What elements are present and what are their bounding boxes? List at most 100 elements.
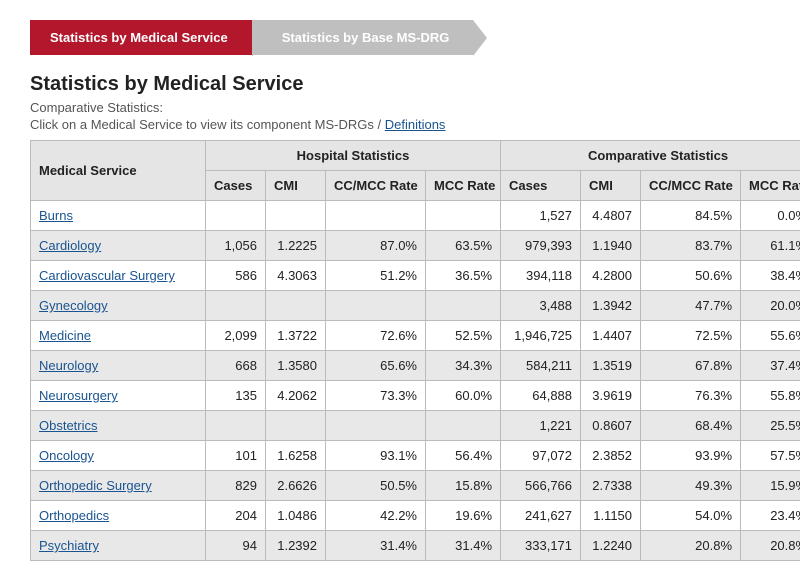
h-cases: 1,056 xyxy=(206,231,266,261)
c-cmi: 2.3852 xyxy=(581,441,641,471)
service-link[interactable]: Neurosurgery xyxy=(39,388,118,403)
c-mcc: 25.5% xyxy=(741,411,800,441)
col-h-cases: Cases xyxy=(206,171,266,201)
col-c-ccmcc: CC/MCC Rate xyxy=(641,171,741,201)
service-link[interactable]: Cardiology xyxy=(39,238,101,253)
service-link[interactable]: Obstetrics xyxy=(39,418,98,433)
h-cases xyxy=(206,291,266,321)
c-mcc: 57.5% xyxy=(741,441,800,471)
c-cases: 1,527 xyxy=(501,201,581,231)
c-mcc: 38.4% xyxy=(741,261,800,291)
c-ccmcc: 47.7% xyxy=(641,291,741,321)
page-title: Statistics by Medical Service xyxy=(30,73,770,96)
c-ccmcc: 72.5% xyxy=(641,321,741,351)
c-cases: 333,171 xyxy=(501,531,581,561)
tab-base-msdrg[interactable]: Statistics by Base MS-DRG xyxy=(252,20,474,55)
c-ccmcc: 76.3% xyxy=(641,381,741,411)
service-link[interactable]: Gynecology xyxy=(39,298,108,313)
c-mcc: 37.4% xyxy=(741,351,800,381)
h-ccmcc xyxy=(326,411,426,441)
tab-bar: Statistics by Medical Service Statistics… xyxy=(30,20,770,55)
c-ccmcc: 84.5% xyxy=(641,201,741,231)
h-cases: 668 xyxy=(206,351,266,381)
col-h-cmi: CMI xyxy=(266,171,326,201)
c-mcc: 0.0% xyxy=(741,201,800,231)
h-ccmcc xyxy=(326,291,426,321)
h-cmi: 1.2392 xyxy=(266,531,326,561)
table-row: Burns 1,5274.480784.5%0.0% xyxy=(31,201,800,231)
service-link[interactable]: Psychiatry xyxy=(39,538,99,553)
service-cell: Orthopedics xyxy=(31,501,206,531)
h-ccmcc: 42.2% xyxy=(326,501,426,531)
c-mcc: 15.9% xyxy=(741,471,800,501)
c-ccmcc: 49.3% xyxy=(641,471,741,501)
service-cell: Orthopedic Surgery xyxy=(31,471,206,501)
h-cases: 94 xyxy=(206,531,266,561)
service-cell: Oncology xyxy=(31,441,206,471)
h-ccmcc: 31.4% xyxy=(326,531,426,561)
h-cmi xyxy=(266,291,326,321)
h-mcc xyxy=(426,411,501,441)
service-link[interactable]: Orthopedics xyxy=(39,508,109,523)
service-link[interactable]: Orthopedic Surgery xyxy=(39,478,152,493)
h-cmi: 4.2062 xyxy=(266,381,326,411)
col-group-hospital: Hospital Statistics xyxy=(206,141,501,171)
h-mcc: 63.5% xyxy=(426,231,501,261)
h-cases: 135 xyxy=(206,381,266,411)
h-mcc: 60.0% xyxy=(426,381,501,411)
stats-table: Medical Service Hospital Statistics Comp… xyxy=(30,140,800,561)
c-cmi: 2.7338 xyxy=(581,471,641,501)
service-link[interactable]: Cardiovascular Surgery xyxy=(39,268,175,283)
h-ccmcc: 73.3% xyxy=(326,381,426,411)
h-mcc xyxy=(426,201,501,231)
c-ccmcc: 20.8% xyxy=(641,531,741,561)
h-cases: 101 xyxy=(206,441,266,471)
service-cell: Medicine xyxy=(31,321,206,351)
c-cmi: 1.4407 xyxy=(581,321,641,351)
service-link[interactable]: Medicine xyxy=(39,328,91,343)
c-cmi: 1.1150 xyxy=(581,501,641,531)
c-cases: 3,488 xyxy=(501,291,581,321)
table-row: Neurology6681.358065.6%34.3%584,2111.351… xyxy=(31,351,800,381)
h-cases: 204 xyxy=(206,501,266,531)
h-cases xyxy=(206,201,266,231)
service-cell: Cardiology xyxy=(31,231,206,261)
c-mcc: 20.0% xyxy=(741,291,800,321)
service-link[interactable]: Burns xyxy=(39,208,73,223)
service-cell: Neurology xyxy=(31,351,206,381)
c-cmi: 4.4807 xyxy=(581,201,641,231)
h-mcc: 15.8% xyxy=(426,471,501,501)
c-cases: 1,946,725 xyxy=(501,321,581,351)
h-cmi: 1.0486 xyxy=(266,501,326,531)
table-row: Oncology1011.625893.1%56.4%97,0722.38529… xyxy=(31,441,800,471)
c-ccmcc: 68.4% xyxy=(641,411,741,441)
tab-medical-service[interactable]: Statistics by Medical Service xyxy=(30,20,252,55)
table-row: Cardiovascular Surgery5864.306351.2%36.5… xyxy=(31,261,800,291)
h-ccmcc: 51.2% xyxy=(326,261,426,291)
c-ccmcc: 50.6% xyxy=(641,261,741,291)
c-mcc: 61.1% xyxy=(741,231,800,261)
service-cell: Psychiatry xyxy=(31,531,206,561)
h-mcc: 52.5% xyxy=(426,321,501,351)
c-cmi: 4.2800 xyxy=(581,261,641,291)
c-cmi: 0.8607 xyxy=(581,411,641,441)
table-row: Medicine2,0991.372272.6%52.5%1,946,7251.… xyxy=(31,321,800,351)
col-c-cmi: CMI xyxy=(581,171,641,201)
service-link[interactable]: Neurology xyxy=(39,358,98,373)
c-cases: 241,627 xyxy=(501,501,581,531)
h-cmi: 1.6258 xyxy=(266,441,326,471)
h-ccmcc: 87.0% xyxy=(326,231,426,261)
c-ccmcc: 93.9% xyxy=(641,441,741,471)
subtitle: Comparative Statistics: xyxy=(30,100,770,115)
col-h-ccmcc: CC/MCC Rate xyxy=(326,171,426,201)
h-cases: 2,099 xyxy=(206,321,266,351)
definitions-link[interactable]: Definitions xyxy=(385,117,446,132)
c-mcc: 55.6% xyxy=(741,321,800,351)
h-cases xyxy=(206,411,266,441)
c-ccmcc: 83.7% xyxy=(641,231,741,261)
c-cases: 97,072 xyxy=(501,441,581,471)
service-link[interactable]: Oncology xyxy=(39,448,94,463)
h-cmi: 1.3722 xyxy=(266,321,326,351)
c-cases: 64,888 xyxy=(501,381,581,411)
col-medical-service: Medical Service xyxy=(31,141,206,201)
